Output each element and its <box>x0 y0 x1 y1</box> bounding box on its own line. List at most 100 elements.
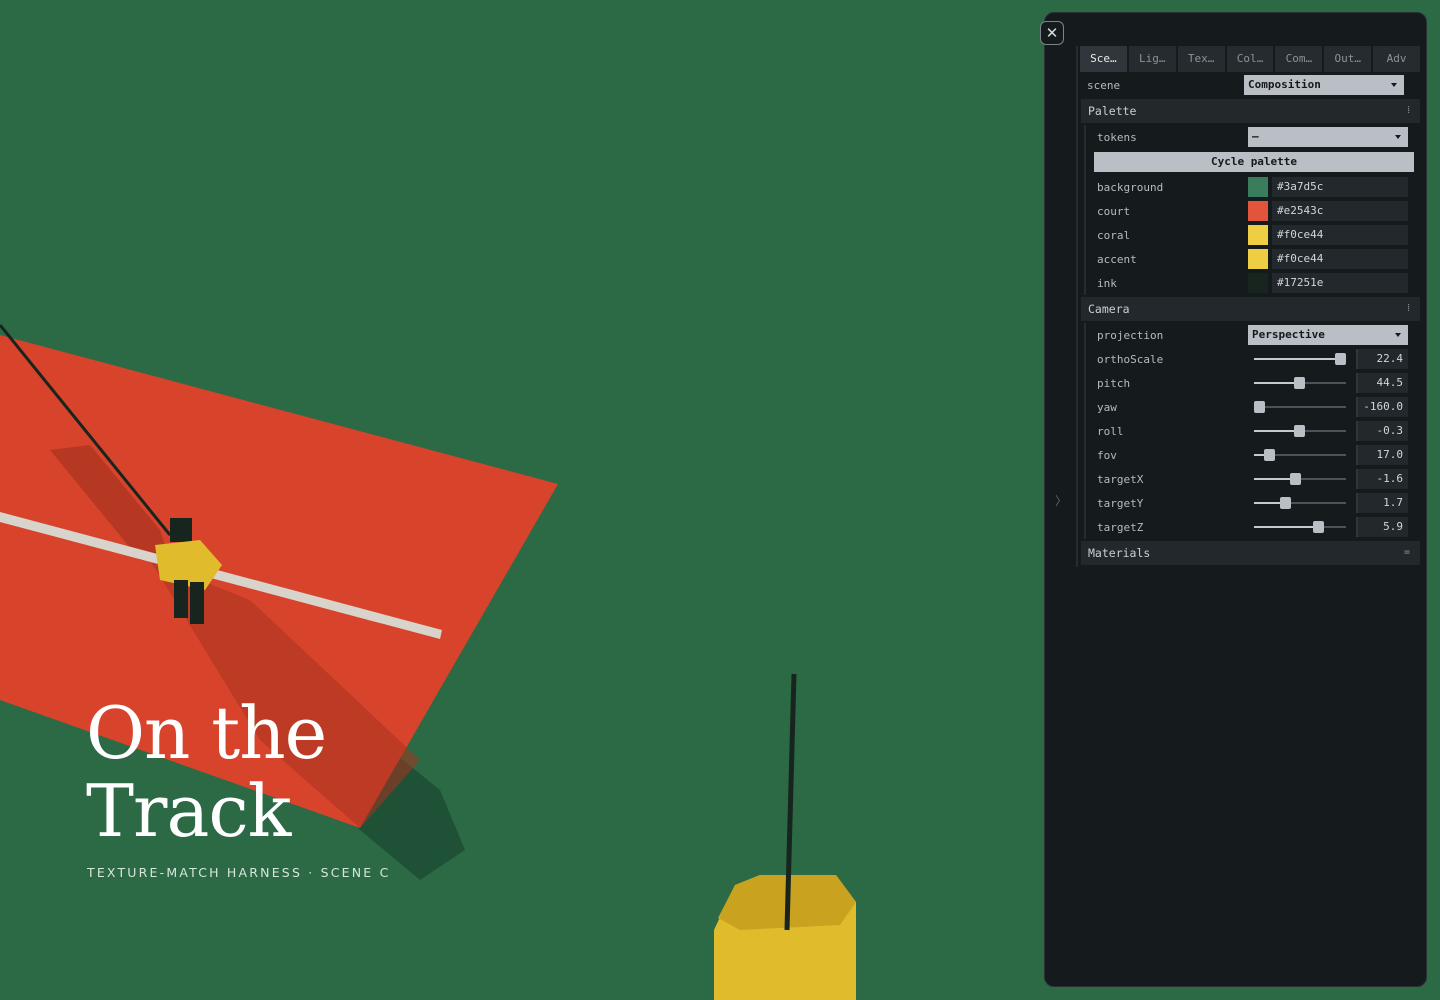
yellow-drum <box>714 875 856 1000</box>
hero-subtitle: TEXTURE-MATCH HARNESS · SCENE C <box>87 865 391 880</box>
cycle-palette-button[interactable]: Cycle palette <box>1094 152 1414 172</box>
targetY-value-input[interactable]: 1.7 <box>1356 493 1408 513</box>
color-swatch[interactable] <box>1248 201 1268 221</box>
tab-3[interactable]: Col… <box>1226 46 1274 72</box>
slider-label: pitch <box>1097 376 1131 390</box>
color-row-coral: coral #f0ce44 <box>1086 223 1420 247</box>
panel-content: Sce… Lig… Tex… Col… Com… Out… Adv scene Compos… <box>1076 46 1421 567</box>
slider-label: targetZ <box>1097 520 1144 534</box>
slider-knob[interactable] <box>1253 401 1265 413</box>
roll-slider[interactable] <box>1254 421 1346 441</box>
color-label: accent <box>1097 252 1137 266</box>
slider-row-pitch: pitch 44.5 <box>1086 371 1420 395</box>
close-icon: ✕ <box>1045 24 1059 42</box>
color-value-input[interactable]: #e2543c <box>1272 201 1408 221</box>
slider-label: fov <box>1097 448 1117 462</box>
color-value-input[interactable]: #f0ce44 <box>1272 225 1408 245</box>
slider-knob[interactable] <box>1263 449 1275 461</box>
collapse-icon: ⁞ <box>1407 105 1410 116</box>
color-value-input[interactable]: #f0ce44 <box>1272 249 1408 269</box>
orthoScale-slider[interactable] <box>1254 349 1346 369</box>
camera-slider-list: orthoScale 22.4 pitch 44.5 yaw -160.0 roll -0.3… <box>1086 347 1420 539</box>
slider-knob[interactable] <box>1313 521 1325 533</box>
color-swatch[interactable] <box>1248 225 1268 245</box>
slider-knob[interactable] <box>1294 377 1306 389</box>
color-value-input[interactable]: #3a7d5c <box>1272 177 1408 197</box>
roll-value-input[interactable]: -0.3 <box>1356 421 1408 441</box>
slider-row-orthoScale: orthoScale 22.4 <box>1086 347 1420 371</box>
close-button[interactable]: ✕ <box>1040 21 1064 45</box>
color-row-background: background #3a7d5c <box>1086 175 1420 199</box>
targetZ-value-input[interactable]: 5.9 <box>1356 517 1408 537</box>
color-label: ink <box>1097 276 1117 290</box>
tab-6[interactable]: Adv <box>1373 46 1421 72</box>
fov-value-input[interactable]: 17.0 <box>1356 445 1408 465</box>
palette-folder-header[interactable]: Palette ⁞ <box>1081 99 1420 123</box>
slider-fill <box>1254 430 1300 432</box>
tab-1[interactable]: Lig… <box>1128 46 1176 72</box>
palette-color-list: background #3a7d5c court #e2543c coral #f0ce4… <box>1086 175 1420 295</box>
slider-fill <box>1254 478 1296 480</box>
yaw-value-input[interactable]: -160.0 <box>1356 397 1408 417</box>
slider-knob[interactable] <box>1280 497 1292 509</box>
pitch-slider[interactable] <box>1254 373 1346 393</box>
slider-row-fov: fov 17.0 <box>1086 443 1420 467</box>
camera-folder-header[interactable]: Camera ⁞ <box>1081 297 1420 321</box>
palette-folder-title: Palette <box>1088 104 1137 118</box>
slider-row-roll: roll -0.3 <box>1086 419 1420 443</box>
tab-4[interactable]: Com… <box>1275 46 1323 72</box>
color-label: coral <box>1097 228 1131 242</box>
hero-title: On the Track <box>86 691 327 850</box>
targetZ-slider[interactable] <box>1254 517 1346 537</box>
color-swatch[interactable] <box>1248 177 1268 197</box>
slider-fill <box>1254 358 1340 360</box>
color-swatch[interactable] <box>1248 249 1268 269</box>
orthoScale-value-input[interactable]: 22.4 <box>1356 349 1408 369</box>
slider-label: yaw <box>1097 400 1117 414</box>
slider-label: roll <box>1097 424 1124 438</box>
color-label: court <box>1097 204 1131 218</box>
projection-label: projection <box>1097 328 1164 342</box>
projection-row: projection Perspective <box>1086 323 1420 347</box>
slider-row-yaw: yaw -160.0 <box>1086 395 1420 419</box>
color-row-accent: accent #f0ce44 <box>1086 247 1420 271</box>
slider-fill <box>1254 382 1300 384</box>
slider-label: targetX <box>1097 472 1144 486</box>
slider-fill <box>1254 526 1319 528</box>
expand-icon: = <box>1403 547 1410 558</box>
slider-knob[interactable] <box>1334 353 1346 365</box>
tab-bar: Sce… Lig… Tex… Col… Com… Out… Adv <box>1080 46 1421 72</box>
pitch-value-input[interactable]: 44.5 <box>1356 373 1408 393</box>
slider-row-targetZ: targetZ 5.9 <box>1086 515 1420 539</box>
scene-label: scene <box>1087 78 1121 92</box>
camera-folder-title: Camera <box>1088 302 1130 316</box>
slider-label: orthoScale <box>1097 352 1164 366</box>
tokens-label: tokens <box>1097 130 1137 144</box>
slider-row-targetX: targetX -1.6 <box>1086 467 1420 491</box>
fov-slider[interactable] <box>1254 445 1346 465</box>
slider-knob[interactable] <box>1290 473 1302 485</box>
color-swatch[interactable] <box>1248 273 1268 293</box>
targetX-slider[interactable] <box>1254 469 1346 489</box>
targetY-slider[interactable] <box>1254 493 1346 513</box>
materials-folder-header[interactable]: Materials = <box>1081 541 1420 565</box>
color-label: background <box>1097 180 1164 194</box>
tab-5[interactable]: Out… <box>1324 46 1372 72</box>
color-row-ink: ink #17251e <box>1086 271 1420 295</box>
tab-2[interactable]: Tex… <box>1177 46 1225 72</box>
panel-resize-handle[interactable]: 〉 <box>1055 492 1067 509</box>
projection-select[interactable]: Perspective <box>1248 325 1408 345</box>
yaw-slider[interactable] <box>1253 397 1346 417</box>
tokens-select[interactable]: — <box>1248 127 1408 147</box>
scene-row: scene Composition <box>1078 73 1420 97</box>
camera-folder: projection Perspective orthoScale 22.4 pit… <box>1084 323 1420 539</box>
tokens-row: tokens — <box>1086 125 1420 149</box>
color-value-input[interactable]: #17251e <box>1272 273 1408 293</box>
color-row-court: court #e2543c <box>1086 199 1420 223</box>
slider-track <box>1254 406 1346 408</box>
scene-select[interactable]: Composition <box>1244 75 1404 95</box>
slider-knob[interactable] <box>1294 425 1306 437</box>
hero-title-line1: On the <box>86 691 327 775</box>
tab-0[interactable]: Sce… <box>1080 46 1127 72</box>
targetX-value-input[interactable]: -1.6 <box>1356 469 1408 489</box>
